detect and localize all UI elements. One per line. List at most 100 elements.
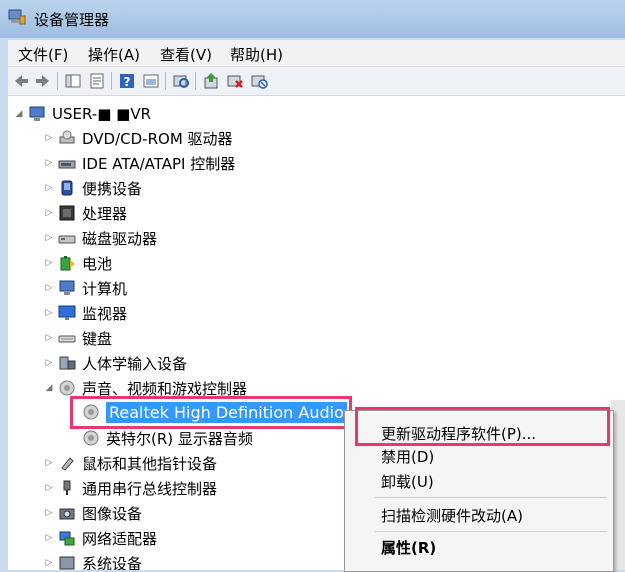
expand-arrow-icon[interactable]: ▷ <box>44 208 54 218</box>
tree-label: 处理器 <box>82 204 128 223</box>
tree-item-system[interactable]: ▷ 系统设备 <box>44 551 143 571</box>
tree-label: 系统设备 <box>82 554 143 571</box>
expand-arrow-icon[interactable]: ▷ <box>44 358 54 368</box>
device-manager-icon <box>8 9 26 25</box>
tree-root[interactable]: ◢ USER-■ ■VR <box>14 102 151 126</box>
disable-icon[interactable] <box>250 72 268 90</box>
hid-icon <box>58 354 76 372</box>
tree-label: IDE ATA/ATAPI 控制器 <box>82 154 236 173</box>
toolbar-separator <box>111 72 112 90</box>
tree-label: 监视器 <box>82 304 128 323</box>
expand-arrow-icon[interactable]: ▷ <box>44 133 54 143</box>
expand-arrow-icon[interactable]: ▷ <box>44 558 54 568</box>
tree-item-usb[interactable]: ▷ 通用串行总线控制器 <box>44 476 217 500</box>
expand-arrow-icon[interactable]: ▷ <box>44 308 54 318</box>
expand-arrow-icon[interactable]: ▷ <box>44 183 54 193</box>
expand-arrow-icon[interactable]: ▷ <box>44 483 54 493</box>
context-scan-hardware[interactable]: 扫描检测硬件改动(A) <box>381 505 523 526</box>
tree-item-imaging[interactable]: ▷ 图像设备 <box>44 501 142 525</box>
context-uninstall[interactable]: 卸载(U) <box>381 471 434 492</box>
speaker-icon <box>82 429 100 447</box>
context-separator <box>375 497 607 498</box>
system-icon <box>58 554 76 570</box>
help-icon[interactable]: ? <box>118 72 136 90</box>
expand-arrow-icon[interactable]: ▷ <box>44 233 54 243</box>
expand-arrow-icon[interactable]: ▷ <box>44 508 54 518</box>
tree-item-battery[interactable]: ▷ 电池 <box>44 251 112 275</box>
menu-file[interactable]: 文件(F) <box>18 44 68 65</box>
context-separator <box>375 531 607 532</box>
menu-help[interactable]: 帮助(H) <box>230 44 283 65</box>
console-tree-icon[interactable] <box>64 72 82 90</box>
disk-drive-icon <box>58 229 76 247</box>
back-arrow-icon[interactable] <box>12 72 30 90</box>
tree-label: DVD/CD-ROM 驱动器 <box>82 129 233 148</box>
annotation-highlight-update-driver <box>355 407 610 446</box>
tree-label: 计算机 <box>82 279 128 298</box>
computer-name: USER-■ ■VR <box>52 105 152 123</box>
portable-device-icon <box>58 179 76 197</box>
monitor-icon <box>58 304 76 322</box>
toolbar-separator <box>195 72 196 90</box>
tree-item-disk[interactable]: ▷ 磁盘驱动器 <box>44 226 157 250</box>
cdrom-icon <box>58 129 76 147</box>
expand-arrow-icon[interactable]: ▷ <box>44 258 54 268</box>
toolbar: ? <box>8 67 625 96</box>
device-manager-window: 设备管理器 文件(F) 操作(A) 查看(V) 帮助(H) ? ◢ USER-■… <box>0 0 625 572</box>
tree-item-mouse[interactable]: ▷ 鼠标和其他指针设备 <box>44 451 217 475</box>
toolbar-separator <box>57 72 58 90</box>
scan-hardware-icon[interactable] <box>172 72 190 90</box>
annotation-highlight-selected-device <box>70 396 352 429</box>
processor-icon <box>58 204 76 222</box>
computer-icon <box>28 105 46 123</box>
ide-controller-icon <box>58 154 76 172</box>
collapse-arrow-icon[interactable]: ◢ <box>14 109 24 119</box>
tree-item-ide[interactable]: ▷ IDE ATA/ATAPI 控制器 <box>44 151 236 175</box>
tree-item-keyboard[interactable]: ▷ 键盘 <box>44 326 112 350</box>
tree-item-computer[interactable]: ▷ 计算机 <box>44 276 127 300</box>
tree-label: 人体学输入设备 <box>82 354 188 373</box>
expand-arrow-icon[interactable]: ▷ <box>44 333 54 343</box>
tree-label: 便携设备 <box>82 179 143 198</box>
expand-arrow-icon[interactable]: ▷ <box>44 533 54 543</box>
menu-view[interactable]: 查看(V) <box>160 44 212 65</box>
tree-label: 英特尔(R) 显示器音频 <box>106 429 253 448</box>
toolbar-separator <box>165 72 166 90</box>
tree-item-dvd[interactable]: ▷ DVD/CD-ROM 驱动器 <box>44 126 233 150</box>
tree-label: 图像设备 <box>82 504 143 523</box>
tree-item-network[interactable]: ▷ 网络适配器 <box>44 526 157 550</box>
computer-icon <box>58 279 76 297</box>
mouse-icon <box>58 454 76 472</box>
svg-text:?: ? <box>124 75 131 89</box>
network-icon <box>58 529 76 547</box>
forward-arrow-icon[interactable] <box>34 72 52 90</box>
context-properties[interactable]: 属性(R) <box>381 537 436 558</box>
menu-bar: 文件(F) 操作(A) 查看(V) 帮助(H) <box>8 40 625 67</box>
expand-arrow-icon[interactable]: ▷ <box>44 458 54 468</box>
update-driver-icon[interactable] <box>202 72 220 90</box>
window-title: 设备管理器 <box>34 11 110 29</box>
keyboard-icon <box>58 329 76 347</box>
tree-label: 鼠标和其他指针设备 <box>82 454 218 473</box>
tree-item-hid[interactable]: ▷ 人体学输入设备 <box>44 351 187 375</box>
expand-arrow-icon[interactable]: ▷ <box>44 158 54 168</box>
expand-arrow-icon[interactable]: ▷ <box>44 283 54 293</box>
tree-label: 键盘 <box>82 329 113 348</box>
properties-icon[interactable] <box>88 72 106 90</box>
tree-label: 通用串行总线控制器 <box>82 479 218 498</box>
uninstall-icon[interactable] <box>226 72 244 90</box>
tree-label: 电池 <box>82 254 113 273</box>
collapse-arrow-icon[interactable]: ◢ <box>44 383 54 393</box>
speaker-icon <box>58 379 76 397</box>
menu-action[interactable]: 操作(A) <box>88 44 140 65</box>
tree-item-processor[interactable]: ▷ 处理器 <box>44 201 127 225</box>
usb-icon <box>58 479 76 497</box>
camera-icon <box>58 504 76 522</box>
tree-label: 磁盘驱动器 <box>82 229 158 248</box>
tree-item-portable[interactable]: ▷ 便携设备 <box>44 176 142 200</box>
view-icon[interactable] <box>142 72 160 90</box>
title-bar[interactable]: 设备管理器 <box>0 0 625 38</box>
tree-item-intel-audio[interactable]: 英特尔(R) 显示器音频 <box>82 426 253 450</box>
context-disable[interactable]: 禁用(D) <box>381 446 434 467</box>
tree-item-monitor[interactable]: ▷ 监视器 <box>44 301 127 325</box>
